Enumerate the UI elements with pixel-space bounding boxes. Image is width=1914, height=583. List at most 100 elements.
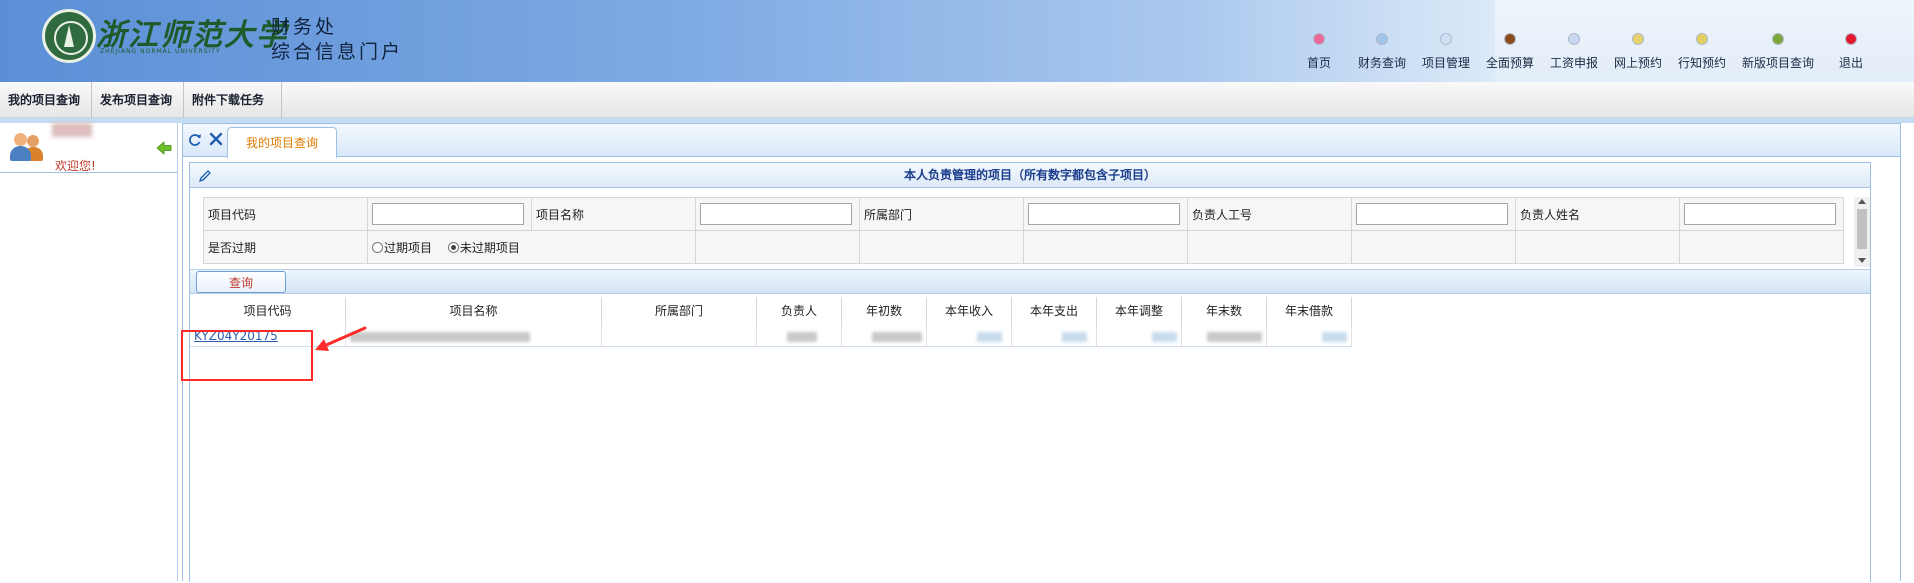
redacted-value [350, 332, 530, 342]
opening-balance-cell [842, 326, 927, 347]
closing-balance-cell [1182, 326, 1267, 347]
field-label: 负责人姓名 [1515, 197, 1680, 231]
empty-cell [1679, 230, 1844, 264]
collapse-sidebar-arrow-icon[interactable] [156, 140, 172, 156]
column-header[interactable]: 年末数 [1182, 297, 1267, 326]
scroll-up-icon[interactable] [1858, 199, 1866, 204]
portal-title-line1: 财务处 [271, 16, 338, 38]
nav-budget[interactable]: 全面预算 [1484, 33, 1536, 78]
tab-bar: 我的项目查询 [183, 124, 1900, 158]
nav-home[interactable]: 首页 [1302, 33, 1336, 78]
nav-label: 新版项目查询 [1741, 56, 1814, 70]
query-form: 项目代码 项目名称 所属部门 负责人工号 负责人姓名 是否过期 过期项目 未过期… [203, 197, 1844, 264]
users-avatar-icon [8, 131, 44, 167]
nav-xingzhi-booking[interactable]: 行知预约 [1676, 33, 1728, 78]
nav-project-management[interactable]: 项目管理 [1420, 33, 1472, 78]
nav-label: 财务查询 [1357, 56, 1406, 70]
scroll-down-icon[interactable] [1858, 258, 1866, 263]
empty-cell [859, 230, 1024, 264]
nav-logout[interactable]: 退出 [1834, 33, 1868, 78]
portal-header: 浙江师范大学 ZHEJIANG NORMAL UNIVERSITY 财务处 综合… [0, 0, 1914, 82]
redacted-value [1062, 332, 1087, 342]
radio-expired[interactable]: 过期项目 [372, 239, 432, 256]
nav-label: 项目管理 [1421, 56, 1470, 70]
welcome-text: 欢迎您! [55, 159, 96, 173]
user-panel: 欢迎您! [0, 123, 177, 173]
department-cell [1023, 197, 1188, 231]
closing-loan-cell [1267, 326, 1352, 347]
column-header[interactable]: 所属部门 [602, 297, 757, 326]
nav-new-project-query[interactable]: 新版项目查询 [1740, 33, 1816, 78]
department-input[interactable] [1028, 203, 1180, 225]
nav-label: 行知预约 [1677, 56, 1726, 70]
column-header[interactable]: 本年调整 [1097, 297, 1182, 326]
nav-dot-icon [1440, 33, 1452, 45]
menu-my-project-query[interactable]: 我的项目查询 [0, 82, 92, 118]
annotation-highlight-box [181, 330, 313, 381]
project-name-input[interactable] [700, 203, 852, 225]
nav-salary-report[interactable]: 工资申报 [1548, 33, 1600, 78]
nav-dot-icon [1313, 33, 1325, 45]
project-code-cell [367, 197, 532, 231]
column-header[interactable]: 项目代码 [190, 297, 346, 326]
field-label: 是否过期 [203, 230, 368, 264]
column-header[interactable]: 项目名称 [346, 297, 602, 326]
adjustment-cell [1097, 326, 1182, 347]
menu-published-project-query[interactable]: 发布项目查询 [92, 82, 184, 118]
column-header[interactable]: 年初数 [842, 297, 927, 326]
owner-name-input[interactable] [1684, 203, 1836, 225]
nav-dot-icon [1632, 33, 1644, 45]
nav-dot-icon [1772, 33, 1784, 45]
expired-radio-group: 过期项目 未过期项目 [367, 230, 696, 264]
nav-label: 退出 [1838, 56, 1863, 70]
empty-cell [695, 230, 860, 264]
project-name-cell [346, 326, 602, 347]
project-code-input[interactable] [372, 203, 524, 225]
nav-dot-icon [1696, 33, 1708, 45]
nav-dot-icon [1376, 33, 1388, 45]
close-icon[interactable] [209, 132, 223, 146]
field-label: 所属部门 [859, 197, 1024, 231]
column-header[interactable]: 负责人 [757, 297, 842, 326]
department-cell [602, 326, 757, 347]
radio-icon [372, 241, 383, 253]
redacted-value [977, 332, 1002, 342]
redacted-value [1322, 332, 1347, 342]
empty-cell [1515, 230, 1680, 264]
nav-online-booking[interactable]: 网上预约 [1612, 33, 1664, 78]
menu-bar: 我的项目查询 发布项目查询 附件下载任务 [0, 82, 1914, 118]
column-header[interactable]: 本年收入 [927, 297, 1012, 326]
empty-cell [1187, 230, 1352, 264]
scroll-thumb[interactable] [1857, 209, 1867, 249]
income-cell [927, 326, 1012, 347]
nav-dot-icon [1568, 33, 1580, 45]
project-name-cell [695, 197, 860, 231]
empty-cell [1023, 230, 1188, 264]
field-label: 项目名称 [531, 197, 696, 231]
nav-label: 网上预约 [1613, 56, 1662, 70]
pencil-icon [198, 170, 211, 183]
query-button[interactable]: 查询 [196, 271, 286, 293]
annotation-arrow-icon [315, 326, 367, 351]
nav-dot-icon [1504, 33, 1516, 45]
refresh-icon[interactable] [188, 133, 202, 147]
owner-id-input[interactable] [1356, 203, 1508, 225]
nav-label: 工资申报 [1549, 56, 1598, 70]
form-scrollbar[interactable] [1854, 197, 1870, 267]
content-panel: 本人负责管理的项目（所有数字都包含子项目） 项目代码 项目名称 所属部门 负责人… [189, 162, 1871, 582]
redacted-value [1207, 332, 1262, 342]
column-header[interactable]: 年末借款 [1267, 297, 1352, 326]
portal-title-line2: 综合信息门户 [271, 41, 404, 63]
nav-dot-icon [1845, 33, 1857, 45]
redacted-value [872, 332, 922, 342]
radio-not-expired[interactable]: 未过期项目 [447, 239, 520, 256]
radio-checked-icon [447, 241, 459, 253]
nav-label: 首页 [1306, 56, 1331, 70]
column-header[interactable]: 本年支出 [1012, 297, 1097, 326]
radio-label: 未过期项目 [459, 240, 520, 255]
nav-finance-query[interactable]: 财务查询 [1356, 33, 1408, 78]
menu-attachment-download[interactable]: 附件下载任务 [184, 82, 282, 118]
university-logo-subtext: ZHEJIANG NORMAL UNIVERSITY [100, 48, 221, 55]
tab-my-project-query[interactable]: 我的项目查询 [227, 127, 337, 158]
owner-name-cell [1679, 197, 1844, 231]
